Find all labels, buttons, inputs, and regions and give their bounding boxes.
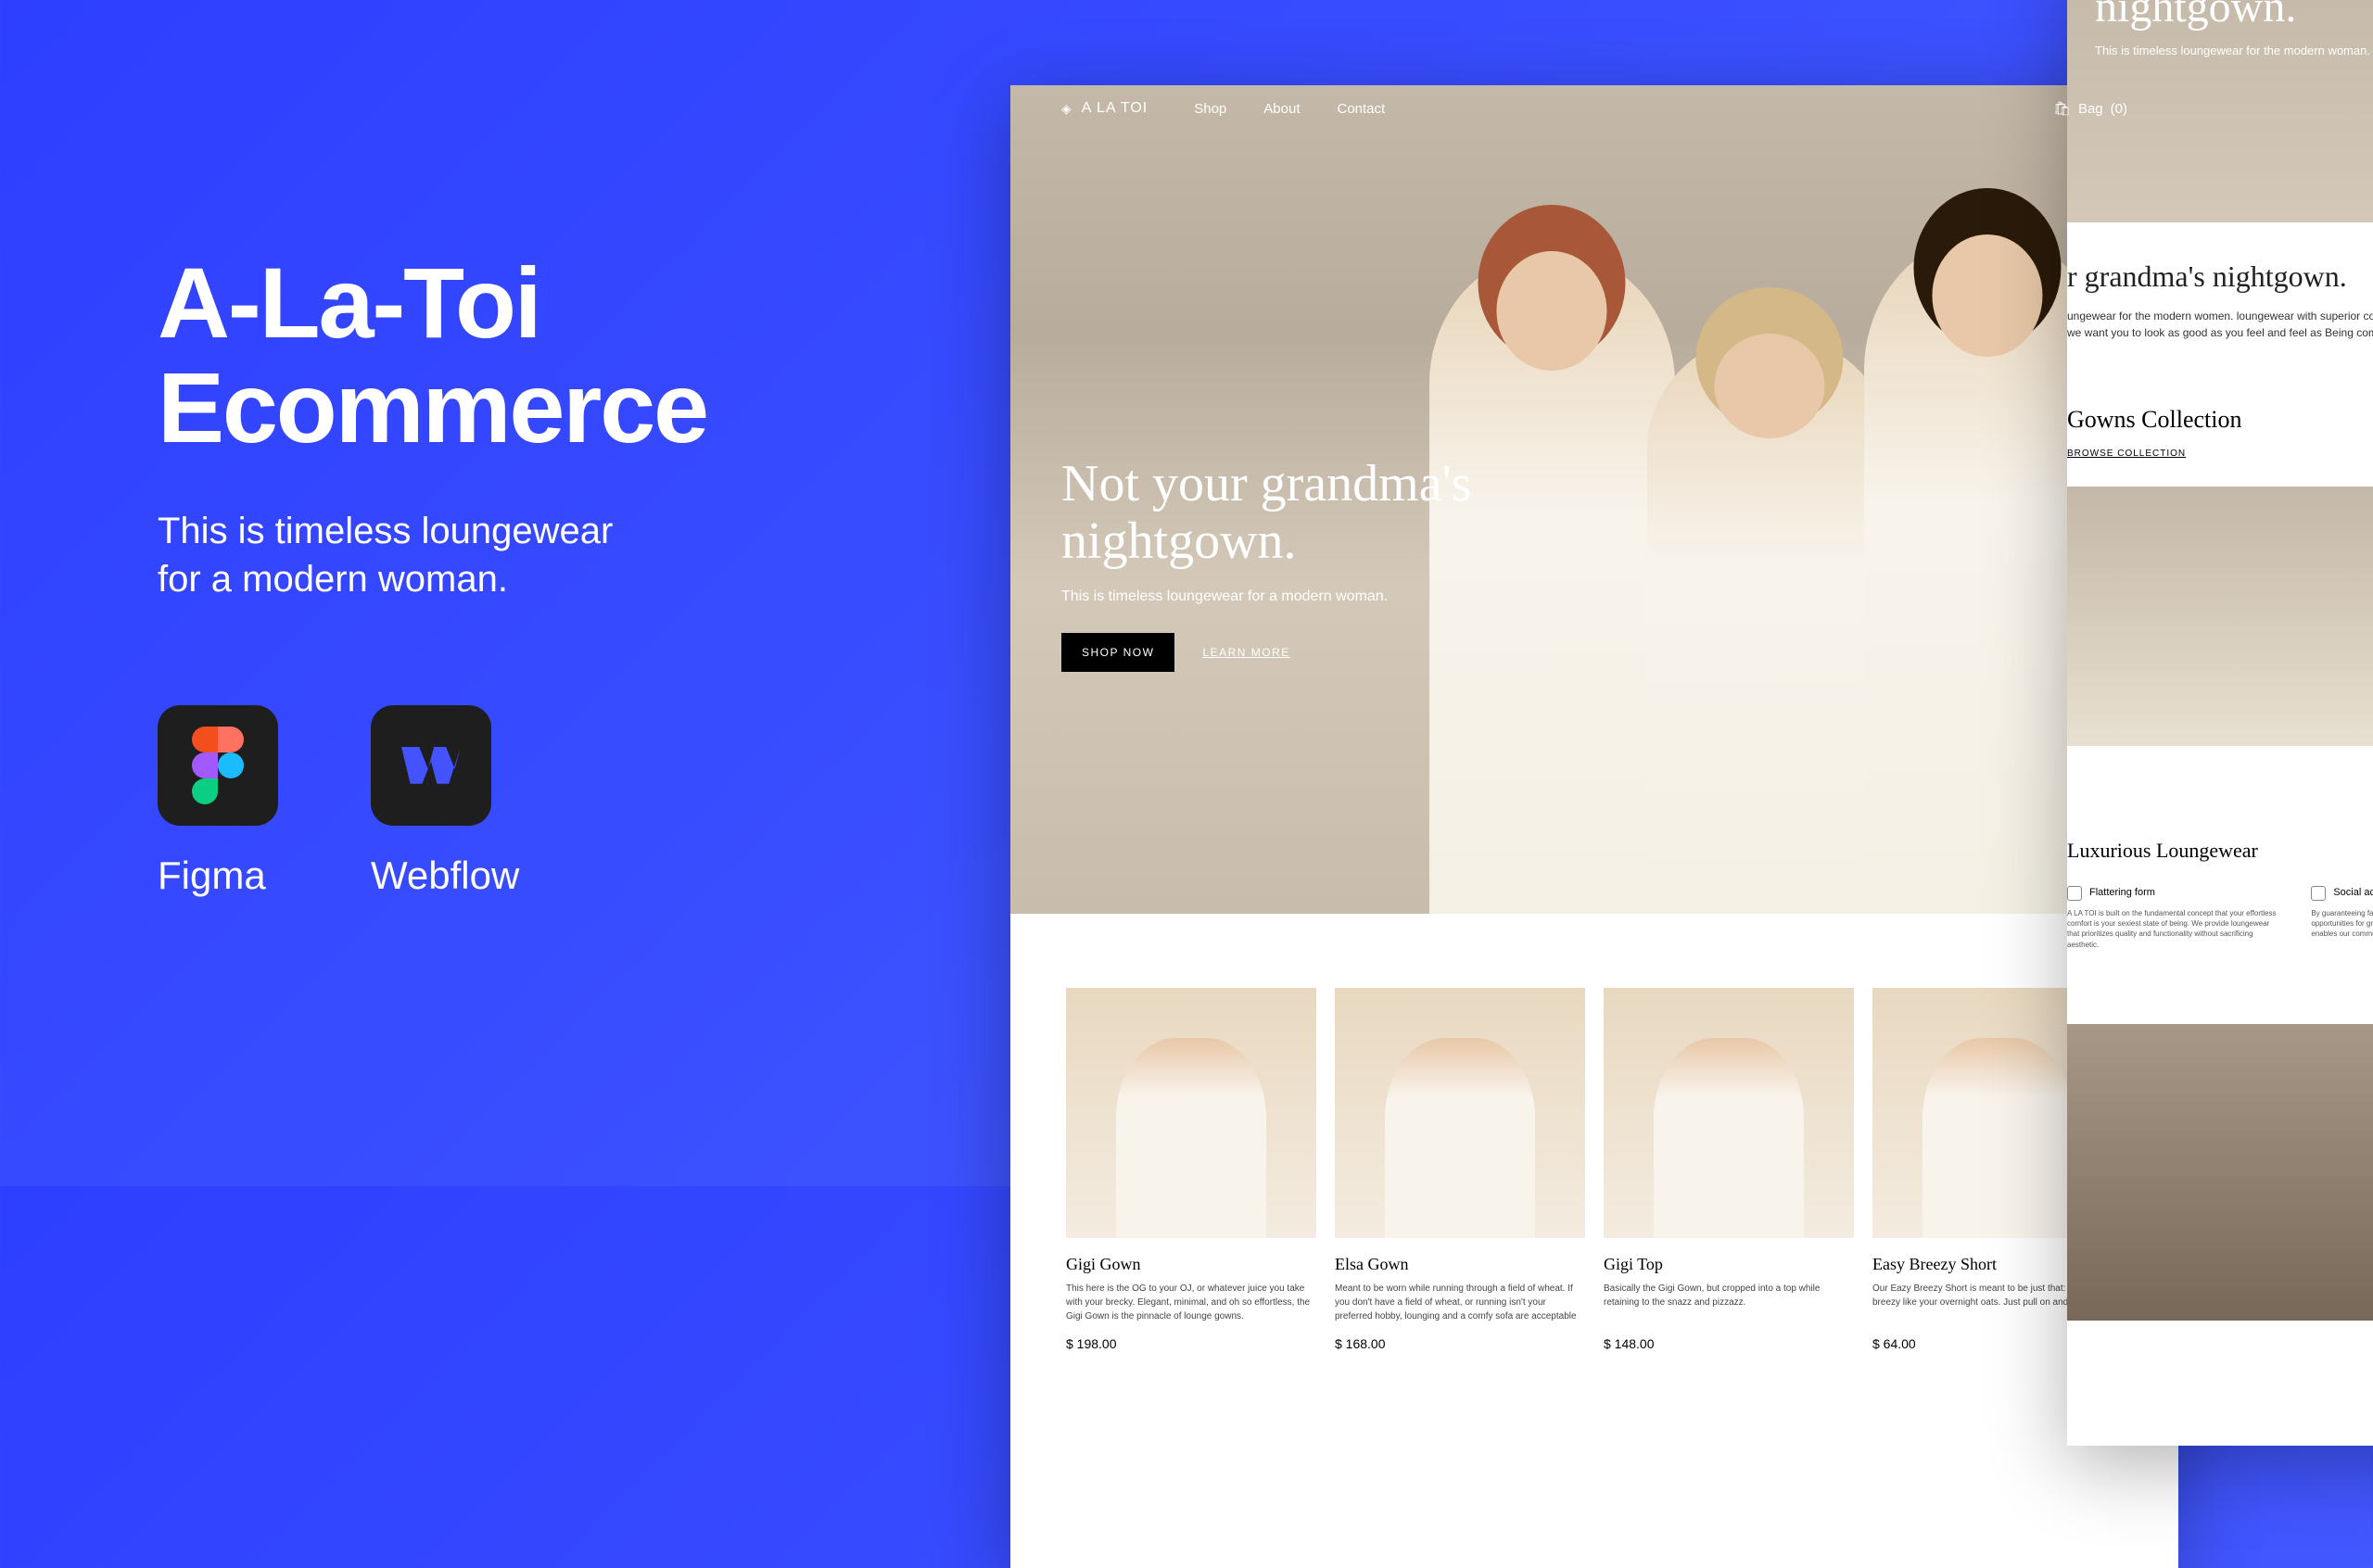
product-name: Elsa Gown	[1335, 1255, 1585, 1274]
product-price: $ 168.00	[1335, 1336, 1585, 1351]
product-card[interactable]: Gigi Gown This here is the OG to your OJ…	[1066, 988, 1316, 1351]
side-hero-subtitle: This is timeless loungewear for the mode…	[2095, 42, 2373, 60]
feature-text: A LA TOI is built on the fundamental con…	[2067, 908, 2283, 950]
nav-link-contact[interactable]: Contact	[1337, 101, 1385, 117]
hero-cta-row: SHOP NOW LEARN MORE	[1061, 633, 1471, 672]
feature-icon	[2311, 886, 2326, 901]
nav-link-about[interactable]: About	[1263, 101, 1300, 117]
product-description: Meant to be worn while running through a…	[1335, 1282, 1585, 1323]
collection-image[interactable]	[2067, 487, 2373, 746]
presentation-left-panel: A-La-Toi Ecommerce This is timeless loun…	[158, 250, 707, 898]
bag-icon: 🛍	[2053, 100, 2071, 117]
feature-title: Social accountability	[2333, 886, 2373, 900]
feature-title: Flattering form	[2089, 886, 2155, 900]
tool-webflow[interactable]: Webflow	[371, 705, 519, 898]
webflow-icon	[371, 705, 491, 826]
feature-text: By guaranteeing fair wages, a healthy wo…	[2311, 908, 2373, 940]
bag-label: Bag	[2078, 101, 2103, 117]
browse-collection-link[interactable]: BROWSE COLLECTION	[2067, 449, 2373, 459]
sustainability-image	[2067, 1024, 2373, 1321]
nav-link-shop[interactable]: Shop	[1194, 101, 1226, 117]
features-row: Flattering form A LA TOI is built on the…	[2067, 886, 2373, 950]
hero-title: Not your grandma's nightgown.	[1061, 456, 1471, 570]
product-description: Basically the Gigi Gown, but cropped int…	[1604, 1282, 1854, 1323]
nav-bag[interactable]: 🛍 Bag (0)	[2053, 100, 2127, 117]
product-image	[1066, 988, 1316, 1238]
tool-label-figma: Figma	[158, 854, 266, 898]
main-mockup: A LA TOI Shop About Contact 🛍 Bag (0) No…	[1010, 85, 2178, 1568]
tool-label-webflow: Webflow	[371, 854, 519, 898]
tagline-line1: This is timeless loungewear	[158, 511, 613, 551]
top-nav: A LA TOI Shop About Contact 🛍 Bag (0)	[1010, 85, 2178, 132]
side-intro-title: r grandma's nightgown.	[2067, 259, 2373, 294]
features-title: Luxurious Loungewear	[2067, 839, 2373, 863]
side-mockup: nightgown. This is timeless loungewear f…	[2067, 0, 2373, 1446]
side-features: Luxurious Loungewear Flattering form A L…	[2067, 802, 2373, 987]
hero-content: Not your grandma's nightgown. This is ti…	[1061, 456, 1471, 672]
collection-caption: Gigi Gown	[2067, 755, 2373, 765]
learn-more-link[interactable]: LEARN MORE	[1202, 646, 1289, 659]
collection-title: Gowns Collection	[2067, 406, 2373, 434]
side-intro-text: ungewear for the modern women. loungewea…	[2067, 308, 2373, 341]
product-card[interactable]: Gigi Top Basically the Gigi Gown, but cr…	[1604, 988, 1854, 1351]
product-image	[1604, 988, 1854, 1238]
tagline-line2: for a modern woman.	[158, 559, 508, 600]
bag-count: (0)	[2111, 101, 2127, 117]
hero-title-l2: nightgown.	[1061, 512, 1297, 570]
nav-links: Shop About Contact	[1194, 101, 1385, 117]
shop-now-button[interactable]: SHOP NOW	[1061, 633, 1174, 672]
product-description: This here is the OG to your OJ, or whate…	[1066, 1282, 1316, 1323]
feature-item: Flattering form A LA TOI is built on the…	[2067, 886, 2283, 950]
nav-logo[interactable]: A LA TOI	[1061, 100, 1148, 117]
collection-images	[2067, 487, 2373, 746]
title-line2: Ecommerce	[158, 351, 707, 463]
presentation-title: A-La-Toi Ecommerce	[158, 250, 707, 461]
presentation-tagline: This is timeless loungewear for a modern…	[158, 507, 707, 603]
product-name: Gigi Gown	[1066, 1255, 1316, 1274]
feature-icon	[2067, 886, 2082, 901]
hero-image	[1361, 85, 2178, 914]
side-hero-title: nightgown.	[2095, 0, 2373, 32]
product-image	[1335, 988, 1585, 1238]
title-line1: A-La-Toi	[158, 247, 540, 359]
tool-row: Figma Webflow	[158, 705, 707, 898]
hero-subtitle: This is timeless loungewear for a modern…	[1061, 588, 1471, 605]
product-card[interactable]: Elsa Gown Meant to be worn while running…	[1335, 988, 1585, 1351]
product-price: $ 198.00	[1066, 1336, 1316, 1351]
side-sustainability: We believe the key to a better future is…	[2067, 1024, 2373, 1321]
product-grid: Gigi Gown This here is the OG to your OJ…	[1010, 914, 2178, 1425]
product-name: Gigi Top	[1604, 1255, 1854, 1274]
tool-figma[interactable]: Figma	[158, 705, 278, 898]
feature-item: Social accountability By guaranteeing fa…	[2311, 886, 2373, 950]
figma-icon	[158, 705, 278, 826]
side-intro: ❀ r grandma's nightgown. ungewear for th…	[2067, 222, 2373, 397]
hero-title-l1: Not your grandma's	[1061, 455, 1471, 512]
hero-section: A LA TOI Shop About Contact 🛍 Bag (0) No…	[1010, 85, 2178, 914]
side-collection: Gowns Collection BROWSE COLLECTION Gigi …	[2067, 397, 2373, 802]
product-price: $ 148.00	[1604, 1336, 1854, 1351]
